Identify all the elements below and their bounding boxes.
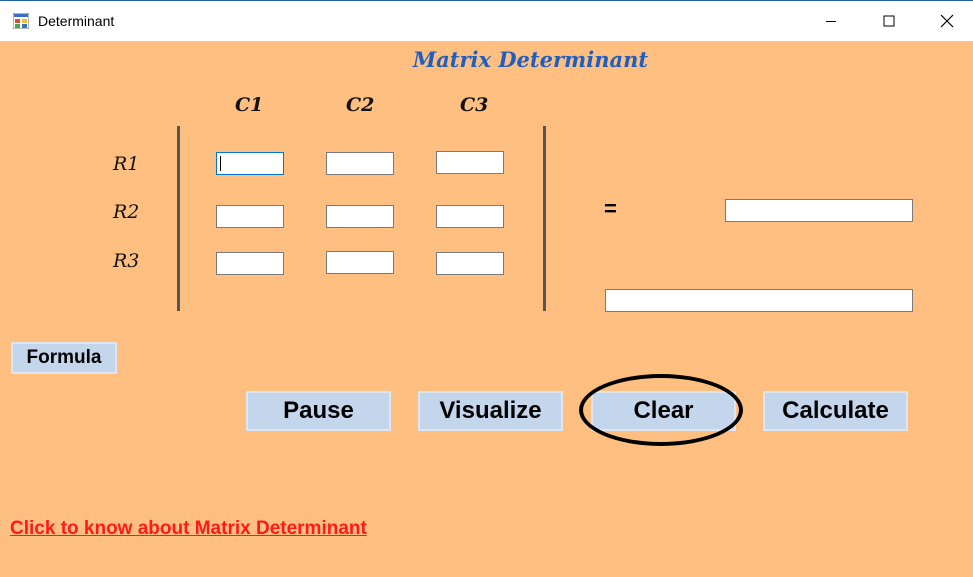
minimize-icon	[826, 21, 836, 22]
row-label-r1: R1	[113, 153, 140, 175]
cell-r3-c1-input[interactable]	[216, 252, 284, 275]
row-label-r2: R2	[113, 201, 140, 223]
cell-r1-c3-input[interactable]	[436, 151, 504, 174]
text-caret	[220, 156, 221, 171]
determinant-bar-right	[543, 126, 546, 311]
clear-button[interactable]: Clear	[591, 391, 736, 431]
cell-r2-c2-input[interactable]	[326, 205, 394, 228]
pause-button[interactable]: Pause	[246, 391, 391, 431]
page-title: Matrix Determinant	[412, 47, 649, 72]
maximize-button[interactable]	[860, 1, 918, 41]
column-label-c3: C3	[460, 94, 489, 116]
cell-r1-c1-input[interactable]	[216, 152, 284, 175]
window-title: Determinant	[38, 13, 115, 29]
cell-r3-c2-input[interactable]	[326, 251, 394, 274]
close-button[interactable]	[918, 1, 973, 41]
formula-output-field[interactable]	[605, 289, 913, 312]
visualize-button[interactable]: Visualize	[418, 391, 563, 431]
cell-r2-c1-input[interactable]	[216, 205, 284, 228]
row-label-r3: R3	[113, 250, 140, 272]
equals-sign: =	[604, 196, 617, 221]
column-label-c1: C1	[235, 94, 264, 116]
determinant-result-field[interactable]	[725, 199, 913, 222]
winforms-app-icon	[13, 13, 29, 29]
cell-r2-c3-input[interactable]	[436, 205, 504, 228]
minimize-button[interactable]	[802, 1, 860, 41]
column-label-c2: C2	[346, 94, 375, 116]
calculate-button[interactable]: Calculate	[763, 391, 908, 431]
formula-button[interactable]: Formula	[11, 342, 117, 374]
cell-r1-c2-input[interactable]	[326, 152, 394, 175]
title-bar: Determinant	[0, 0, 973, 41]
form-client-area: Matrix Determinant C1 C2 C3 R1 R2 R3 = F…	[0, 41, 973, 577]
matrix-determinant-info-link[interactable]: Click to know about Matrix Determinant	[10, 518, 367, 540]
determinant-bar-left	[177, 126, 180, 311]
maximize-icon	[883, 15, 895, 27]
cell-r3-c3-input[interactable]	[436, 252, 504, 275]
close-icon	[940, 14, 954, 28]
